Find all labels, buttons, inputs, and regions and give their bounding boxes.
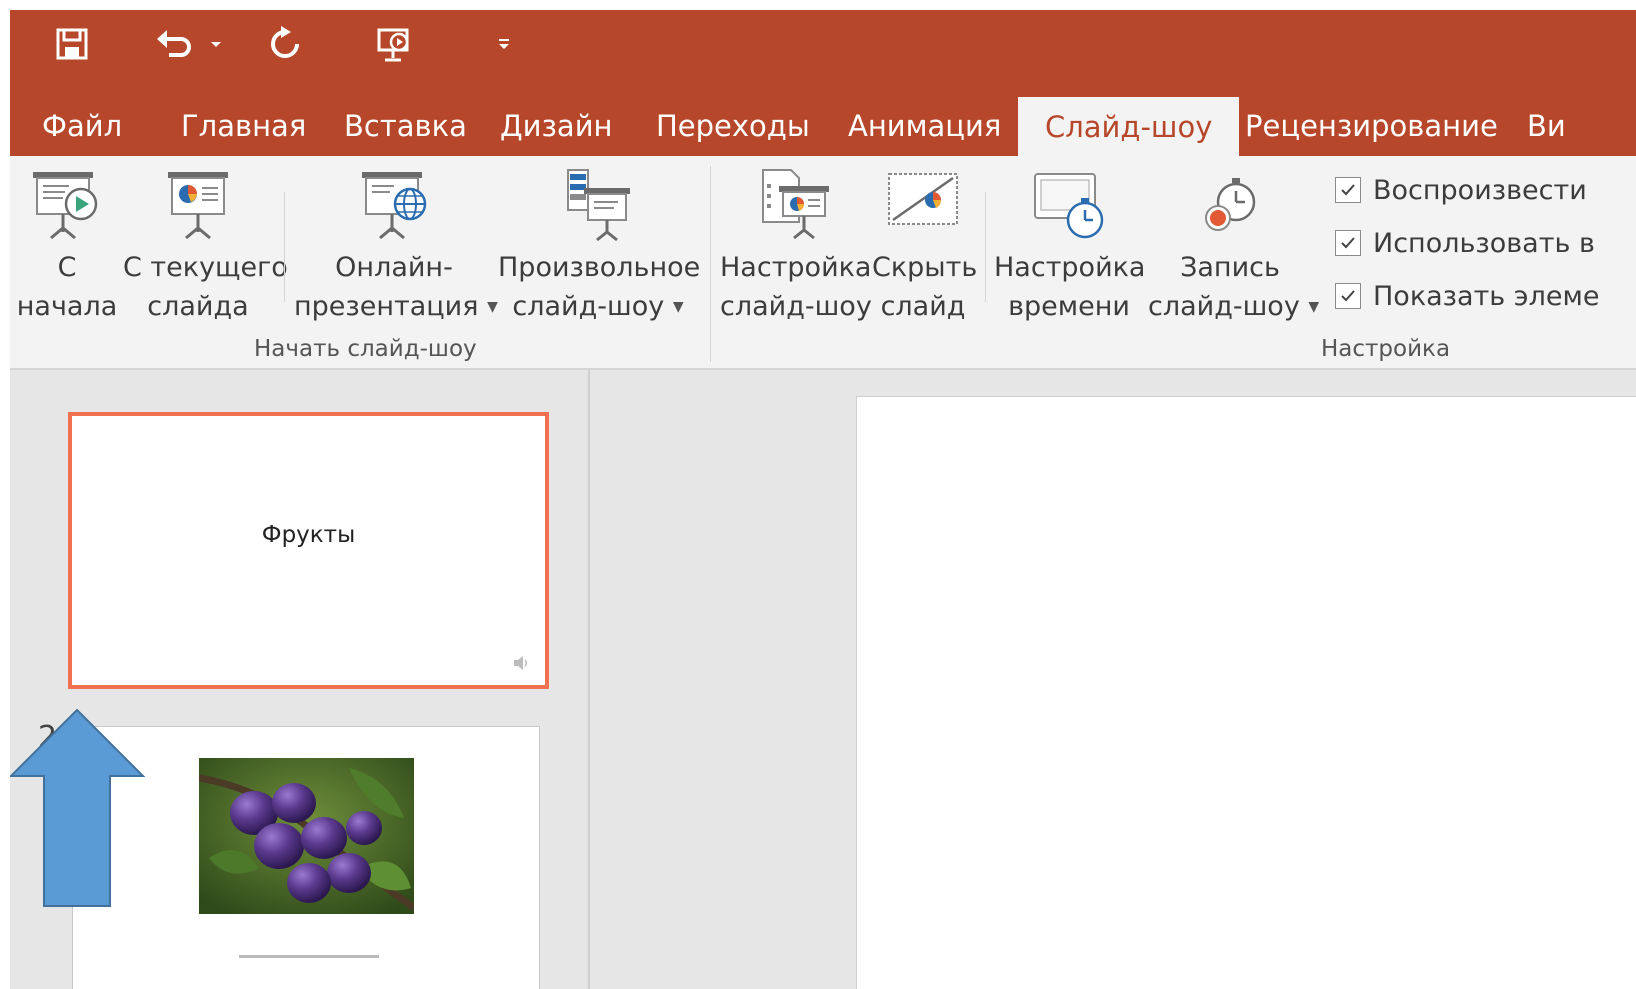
tab-insert[interactable]: Вставка [344,96,467,156]
tab-transitions[interactable]: Переходы [656,96,810,156]
record-slideshow-label-1: Запись [1180,252,1280,283]
setup-slideshow-label-2: слайд-шоу [720,291,872,322]
checkbox-label: Показать элеме [1373,280,1600,312]
setup-slideshow-label-1: Настройка [720,252,872,283]
slide-thumbnail-1[interactable]: Фрукты [68,412,549,689]
title-bar [10,10,1636,86]
checkmark-icon[interactable] [1335,283,1361,309]
tab-home[interactable]: Главная [181,96,306,156]
record-slideshow-label-2: слайд-шоу [1148,291,1300,322]
slide-canvas[interactable] [856,396,1636,989]
undo-icon[interactable] [150,24,200,64]
hide-slide-label-1: Скрыть [872,252,978,283]
ribbon-tabs: Файл Главная Вставка Дизайн Переходы Ани… [10,86,1636,157]
tab-file[interactable]: Файл [42,96,122,156]
from-beginning-icon [33,172,98,240]
ribbon-slideshow: Сначала С текущего слайда Онлайн- презен… [10,156,1636,370]
from-beginning-label-2: начала [16,291,118,322]
tab-view[interactable]: Ви [1527,96,1566,156]
customize-qat-icon[interactable] [492,24,516,64]
checkmark-icon[interactable] [1335,230,1361,256]
custom-slideshow-button[interactable]: Произвольное слайд-шоу ▼ [498,156,701,331]
ribbon-separator [985,192,986,302]
hide-slide-button[interactable]: Скрыть слайд [872,156,978,331]
custom-slideshow-label-1: Произвольное [498,252,701,283]
present-online-button[interactable]: Онлайн-презентация ▼ [294,156,498,331]
checkmark-icon[interactable] [1335,177,1361,203]
rehearse-timings-label-2: времени [1008,291,1130,322]
checkbox-show-media-controls[interactable]: Показать элеме [1335,279,1599,313]
plums-image [199,758,414,914]
checkbox-use-timings[interactable]: Использовать в [1335,226,1595,260]
from-current-slide-button[interactable]: С текущего слайда [123,156,288,331]
from-beginning-label-1: С [57,252,77,283]
hide-slide-label-2: слайд [880,291,966,322]
slide-editor [590,370,1636,989]
rehearse-timings-label-1: Настройка [994,252,1146,283]
slide-title: Фрукты [261,522,356,548]
redo-icon[interactable] [260,24,310,64]
setup-slideshow-icon [762,169,829,240]
group-separator [710,166,711,362]
chevron-down-icon[interactable]: ▼ [487,299,498,315]
from-current-label-1: С текущего [123,252,288,283]
ribbon-separator [284,192,285,302]
custom-slideshow-icon [567,169,630,242]
checkbox-label: Воспроизвести [1373,174,1587,206]
record-slideshow-icon [1205,178,1256,231]
present-from-start-icon[interactable] [370,24,420,64]
checkbox-play-narrations[interactable]: Воспроизвести [1335,173,1587,207]
tab-animations[interactable]: Анимация [848,96,1001,156]
from-beginning-button[interactable]: Сначала [16,156,118,331]
present-online-label-2: презентация [294,291,479,322]
rehearse-timings-button[interactable]: Настройка времени [994,156,1146,331]
checkbox-label: Использовать в [1373,227,1595,259]
record-slideshow-button[interactable]: Запись слайд-шоу ▼ [1148,156,1319,331]
custom-slideshow-label-2: слайд-шоу [512,291,665,322]
from-current-label-2: слайда [147,291,249,322]
present-online-icon [362,172,427,240]
from-current-slide-icon [168,172,228,240]
present-online-label-1: Онлайн- [335,252,453,283]
tab-review[interactable]: Рецензирование [1245,96,1498,156]
up-arrow-annotation-icon [10,708,146,907]
chevron-down-icon[interactable]: ▼ [1308,299,1319,315]
save-icon[interactable] [50,24,94,64]
tab-design[interactable]: Дизайн [500,96,613,156]
hide-slide-icon [888,173,958,225]
undo-dropdown-icon[interactable] [205,24,227,64]
group-label-setup: Настройка [1321,336,1451,362]
tab-slideshow[interactable]: Слайд-шоу [1018,97,1240,157]
setup-slideshow-button[interactable]: Настройка слайд-шоу [720,156,872,331]
slide-thumbnails-panel[interactable]: Фрукты 2 [10,370,588,989]
rehearse-timings-icon [1034,173,1104,239]
slide-caption-placeholder [239,955,379,958]
powerpoint-window: Файл Главная Вставка Дизайн Переходы Ани… [10,10,1636,989]
group-label-start: Начать слайд-шоу [254,336,477,362]
chevron-down-icon[interactable]: ▼ [673,299,684,315]
speaker-icon [514,656,528,670]
